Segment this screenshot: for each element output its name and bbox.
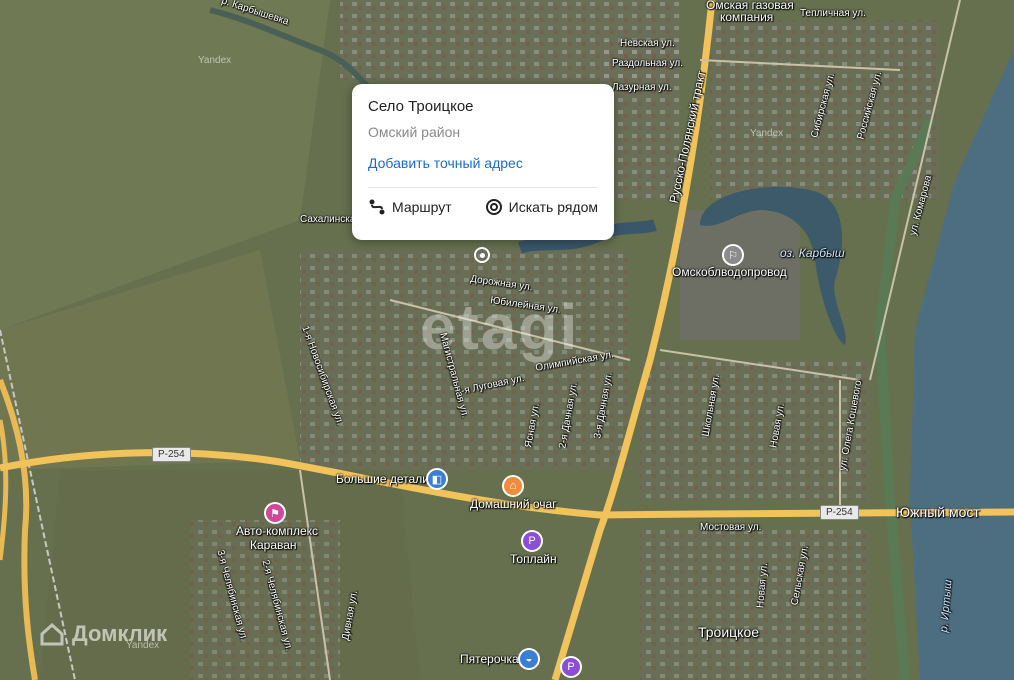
bridge-label: Южный мост [896, 504, 980, 520]
yandex-watermark: Yandex [198, 55, 232, 66]
poi-label: Авто-комплекс [236, 524, 319, 538]
street-label: Тепличная ул. [800, 8, 866, 19]
village-label: Троицкое [698, 624, 760, 640]
popup-subtitle: Омский район [368, 124, 461, 140]
popup-title: Село Троицкое [368, 98, 474, 115]
domclick-watermark: Домклик [38, 620, 167, 648]
poi-label: Караван [250, 538, 297, 552]
home-store-icon[interactable]: ⌂ [504, 477, 522, 495]
basket-icon[interactable]: ◒ [520, 650, 538, 668]
fuel-station-icon[interactable]: P [523, 532, 541, 550]
street-label: Лазурная ул. [612, 82, 672, 93]
domclick-label: Домклик [72, 621, 168, 646]
yandex-watermark: Yandex [750, 128, 784, 139]
poi-label: Омскоблводопровод [672, 265, 787, 279]
street-label: Невская ул. [620, 38, 675, 49]
road-shield: Р-254 [152, 447, 191, 462]
domclick-logo-icon [40, 622, 64, 646]
target-icon [485, 199, 502, 215]
road-shield: Р-254 [820, 505, 859, 520]
route-button[interactable]: Маршрут [368, 198, 452, 216]
flag-icon[interactable]: ⚐ [724, 246, 742, 264]
fuel-station-icon[interactable]: P [562, 658, 580, 676]
store-icon[interactable]: ◧ [428, 470, 446, 488]
street-label: Раздольная ул. [612, 58, 684, 69]
route-label: Маршрут [392, 199, 452, 215]
car-service-icon[interactable]: ⚑ [266, 504, 284, 522]
poi-label: компания [720, 10, 774, 24]
location-pin-icon[interactable] [474, 247, 490, 263]
search-nearby-button[interactable]: Искать рядом [485, 198, 598, 216]
poi-label: Пятерочка [460, 652, 519, 666]
poi-label: Большие детали [336, 472, 429, 486]
place-popup: Село Троицкое Омский район Добавить точн… [352, 84, 614, 240]
poi-label: Топлайн [510, 552, 557, 566]
route-icon [369, 199, 385, 215]
map-view[interactable]: etagi р. Карбышевка Омская газовая компа… [0, 0, 1014, 680]
popup-divider [368, 187, 598, 188]
lake-label: оз. Карбыш [780, 246, 845, 260]
search-nearby-label: Искать рядом [508, 199, 598, 215]
add-address-link[interactable]: Добавить точный адрес [368, 155, 598, 171]
poi-label: Домашний очаг [470, 497, 557, 511]
street-label: Мостовая ул. [700, 522, 762, 533]
